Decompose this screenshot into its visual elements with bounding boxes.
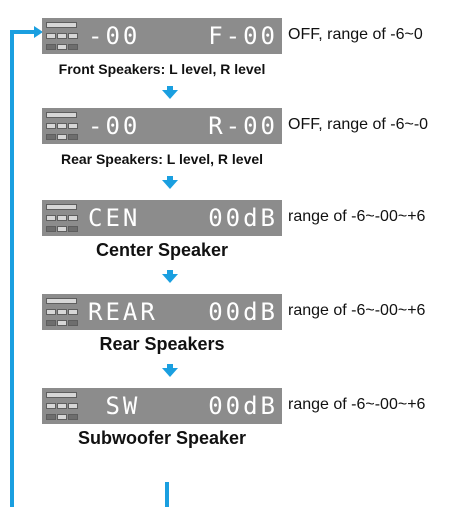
flow-continue-line	[165, 482, 169, 507]
arrow-down-icon	[162, 368, 178, 377]
step-center-speaker: CEN 00dB range of -6~-00~+6 Center Speak…	[0, 200, 450, 280]
lcd-right-text: R-00	[208, 112, 278, 140]
step-caption: Center Speaker	[95, 240, 229, 260]
indicator-grid	[46, 18, 78, 54]
step-rear-speakers: REAR 00dB range of -6~-00~+6 Rear Speake…	[0, 294, 450, 374]
range-note: range of -6~-00~+6	[288, 396, 426, 413]
arrow-down-icon	[162, 90, 178, 99]
lcd-left-text: -00	[88, 112, 141, 140]
step-caption: Rear Speakers: L level, R level	[60, 151, 264, 167]
step-caption: Rear Speakers	[99, 334, 225, 354]
range-note: range of -6~-00~+6	[288, 208, 426, 225]
range-note: range of -6~-00~+6	[288, 302, 426, 319]
lcd-right-text: 00dB	[208, 298, 278, 326]
lcd-left-text: -00	[88, 22, 141, 50]
step-rear-speakers-lr: -00 R-00 OFF, range of -6~-0 Rear Speake…	[0, 108, 450, 188]
lcd-right-text: F-00	[208, 22, 278, 50]
arrow-down-icon	[162, 274, 178, 283]
step-front-speakers: -00 F-00 OFF, range of -6~0 Front Speake…	[0, 18, 450, 98]
lcd-left-text: REAR	[88, 298, 158, 326]
lcd-right-text: 00dB	[208, 204, 278, 232]
arrow-down-icon	[162, 180, 178, 189]
indicator-grid	[46, 108, 78, 144]
step-caption: Front Speakers: L level, R level	[58, 61, 266, 77]
lcd-left-text: CEN	[88, 204, 141, 232]
step-caption: Subwoofer Speaker	[77, 428, 247, 448]
range-note: OFF, range of -6~0	[288, 26, 423, 43]
lcd-right-text: 00dB	[208, 392, 278, 420]
indicator-grid	[46, 388, 78, 424]
indicator-grid	[46, 200, 78, 236]
range-note: OFF, range of -6~-0	[288, 116, 429, 133]
lcd-left-text: SW	[88, 392, 141, 420]
step-subwoofer-speaker: SW 00dB range of -6~-00~+6 Subwoofer Spe…	[0, 388, 450, 468]
indicator-grid	[46, 294, 78, 330]
